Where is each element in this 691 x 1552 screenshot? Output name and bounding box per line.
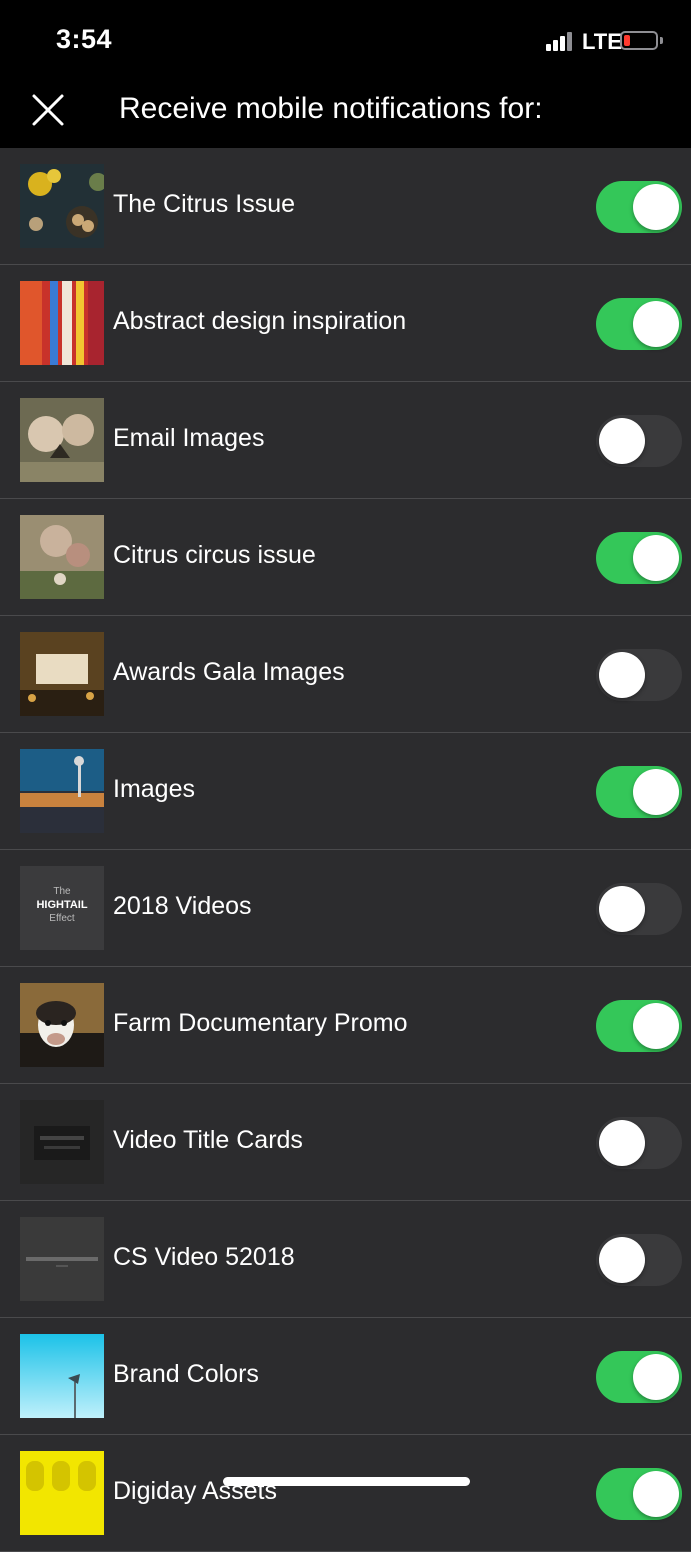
status-bar: 3:54 LTE (0, 0, 691, 84)
thumbnail-image (20, 1451, 104, 1535)
battery-cap (660, 37, 663, 44)
notification-toggle[interactable] (596, 532, 682, 584)
list-item: Brand Colors (0, 1318, 691, 1435)
item-label: Brand Colors (113, 1360, 259, 1388)
close-button[interactable] (28, 90, 70, 132)
list-item: The Citrus Issue (0, 148, 691, 265)
notification-toggle[interactable] (596, 766, 682, 818)
notification-toggle[interactable] (596, 1468, 682, 1520)
close-icon (32, 94, 64, 126)
list-item: Images (0, 733, 691, 850)
thumbnail-image (20, 398, 104, 482)
notification-toggle[interactable] (596, 1117, 682, 1169)
cellular-signal-icon (546, 31, 574, 51)
thumb-text: Effect (49, 913, 75, 924)
page-title: Receive mobile notifications for: (119, 92, 543, 125)
item-label: The Citrus Issue (113, 190, 296, 218)
notification-list: The Citrus Issue Abstract design inspira… (0, 148, 691, 1552)
item-label: CS Video 52018 (113, 1243, 295, 1271)
item-label: Abstract design inspiration (113, 307, 407, 335)
notification-toggle[interactable] (596, 1234, 682, 1286)
notification-toggle[interactable] (596, 1351, 682, 1403)
thumb-text: HIGHTAIL (36, 899, 88, 911)
list-item: Awards Gala Images (0, 616, 691, 733)
network-type: LTE (582, 29, 622, 54)
notification-toggle[interactable] (596, 181, 682, 233)
list-item: The HIGHTAIL Effect 2018 Videos (0, 850, 691, 967)
thumbnail-image (20, 632, 104, 716)
item-label: Citrus circus issue (113, 541, 316, 569)
thumbnail-image (20, 983, 104, 1067)
thumbnail-image (20, 1334, 104, 1418)
list-item: CS Video 52018 (0, 1201, 691, 1318)
notification-toggle[interactable] (596, 298, 682, 350)
thumbnail-image (20, 1100, 104, 1184)
list-item: Abstract design inspiration (0, 265, 691, 382)
item-label: Farm Documentary Promo (113, 1009, 408, 1037)
header: Receive mobile notifications for: (0, 84, 691, 148)
thumbnail-image (20, 164, 104, 248)
notification-toggle[interactable] (596, 649, 682, 701)
item-label: Awards Gala Images (113, 658, 345, 686)
thumbnail-image (20, 1217, 104, 1301)
list-item: Citrus circus issue (0, 499, 691, 616)
item-label: Images (113, 775, 195, 803)
list-item: Video Title Cards (0, 1084, 691, 1201)
status-time: 3:54 (56, 24, 113, 54)
thumbnail-image (20, 515, 104, 599)
battery-icon (620, 31, 658, 50)
home-indicator (223, 1477, 470, 1486)
thumb-text: The (53, 886, 71, 897)
notification-toggle[interactable] (596, 883, 682, 935)
item-label: Video Title Cards (113, 1126, 303, 1154)
notification-toggle[interactable] (596, 415, 682, 467)
list-item: Digiday Assets (0, 1435, 691, 1552)
notification-toggle[interactable] (596, 1000, 682, 1052)
thumbnail-image (20, 281, 104, 365)
thumbnail-image (20, 749, 104, 833)
thumbnail-image: The HIGHTAIL Effect (20, 866, 104, 950)
list-item: Email Images (0, 382, 691, 499)
list-item: Farm Documentary Promo (0, 967, 691, 1084)
item-label: 2018 Videos (113, 892, 252, 920)
item-label: Email Images (113, 424, 265, 452)
